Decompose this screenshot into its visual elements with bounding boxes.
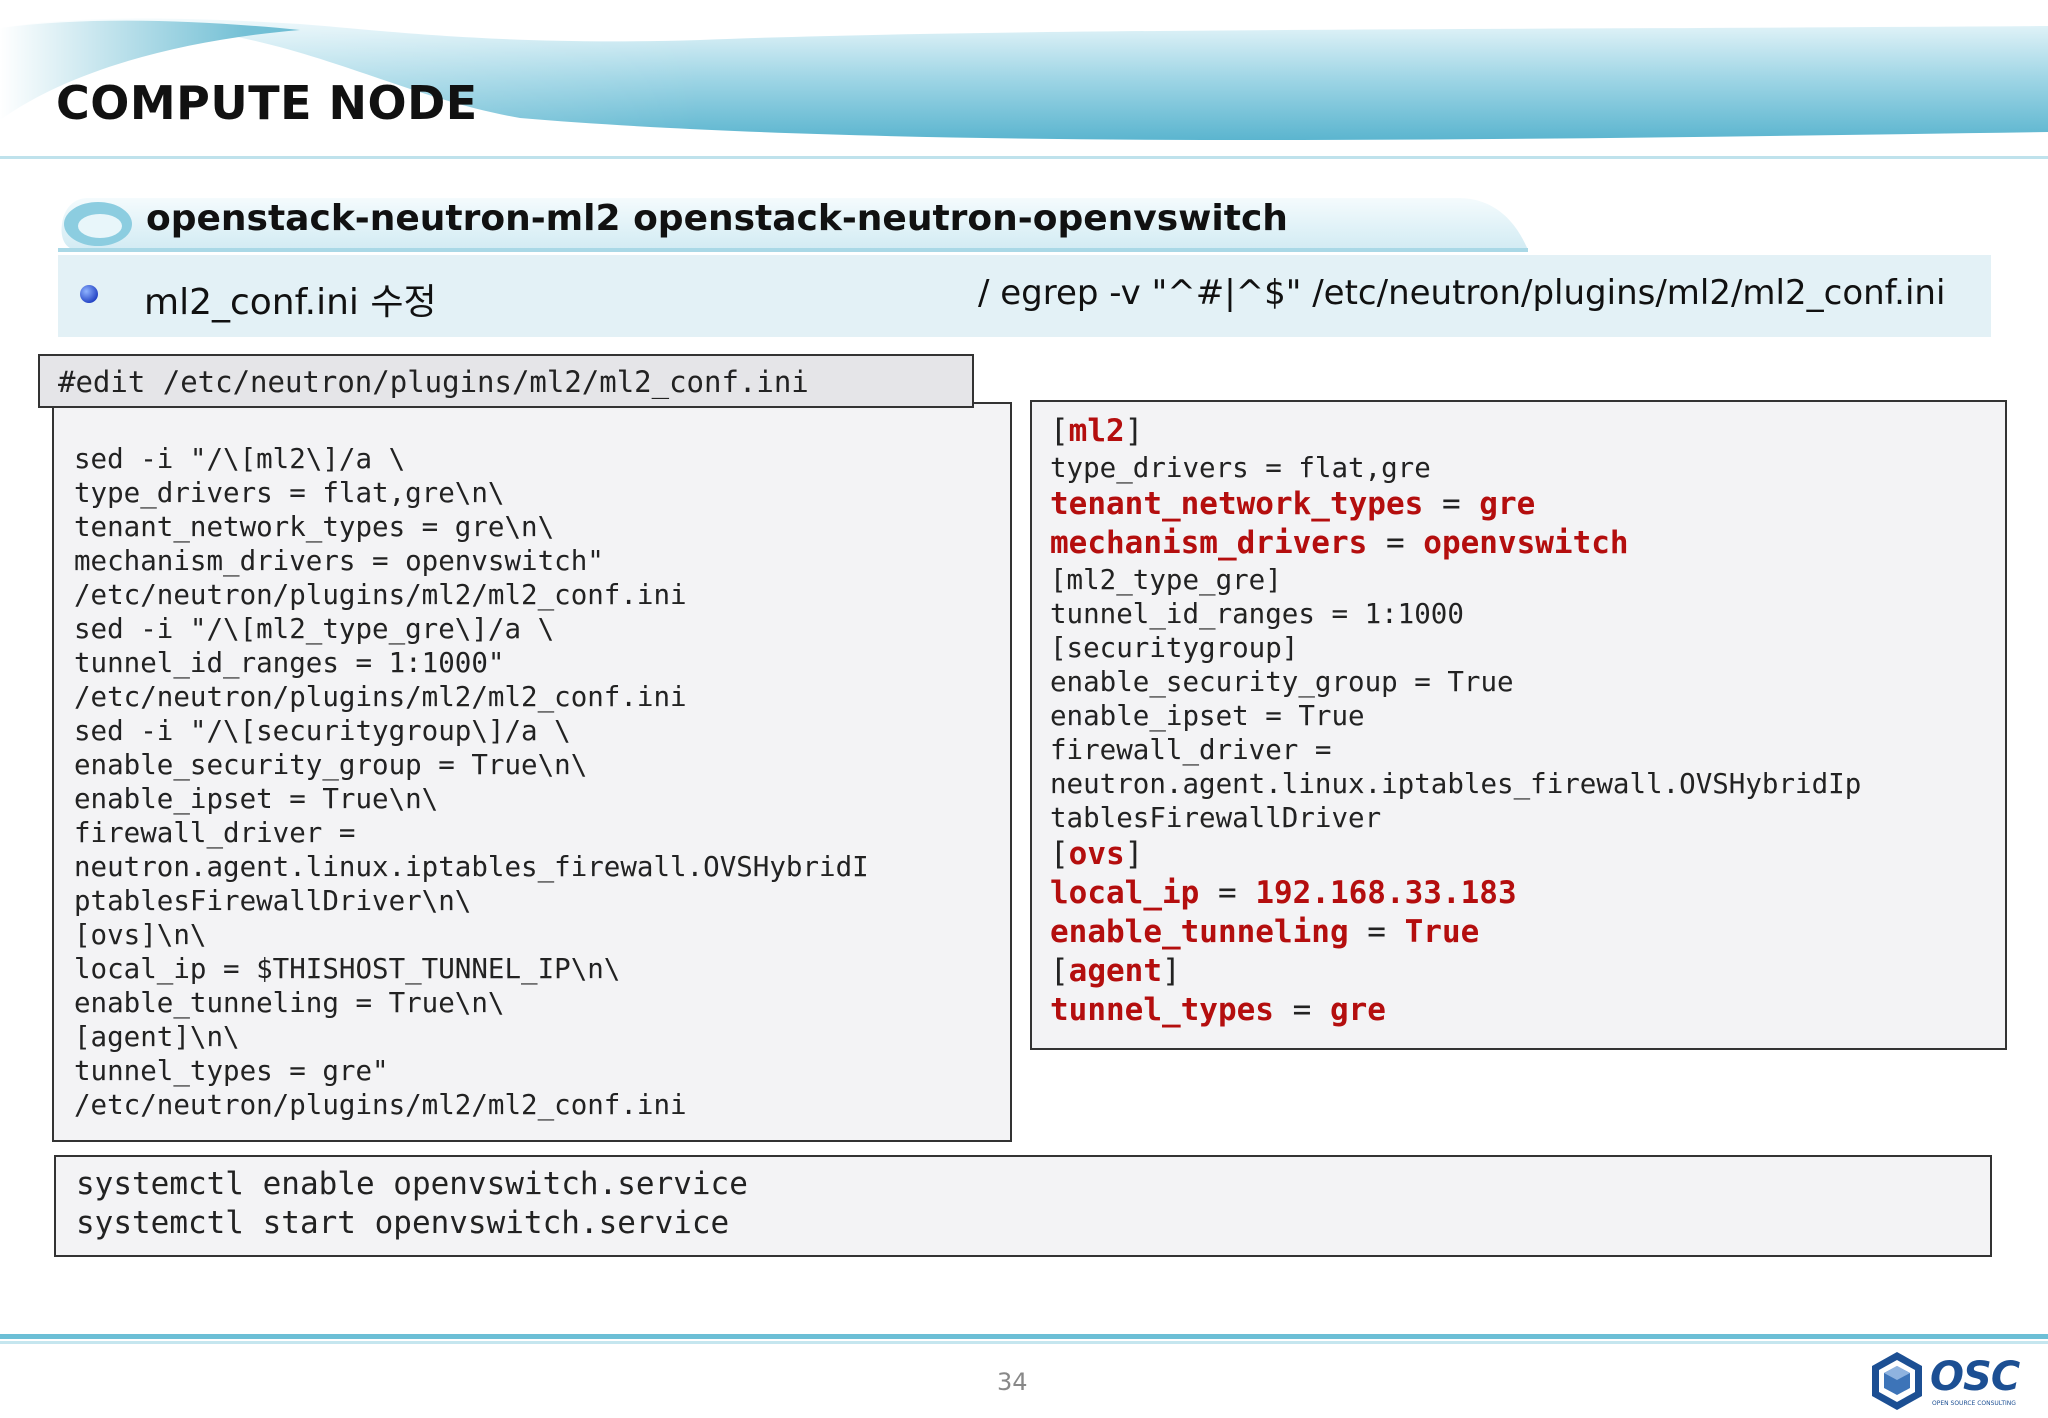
logo-wordmark: OSC	[1930, 1354, 2020, 1400]
conf-line: firewall_driver =	[1050, 734, 1332, 766]
conf-line-ovs-section: [ovs]	[1050, 836, 1144, 872]
conf-line: [securitygroup]	[1050, 632, 1299, 664]
conf-line: [ml2_type_gre]	[1050, 564, 1282, 596]
conf-line-ml2-section: [ml2]	[1050, 413, 1144, 449]
osc-logo-mark-icon	[1872, 1352, 1922, 1410]
edit-file-label: #edit /etc/neutron/plugins/ml2/ml2_conf.…	[38, 354, 974, 408]
conf-line: tunnel_id_ranges = 1:1000	[1050, 598, 1464, 630]
systemctl-box: systemctl enable openvswitch.service sys…	[54, 1155, 1992, 1257]
conf-line-highlight: tenant_network_types = gre	[1050, 486, 1536, 522]
bullet-text: ml2_conf.ini 수정	[144, 282, 437, 323]
osc-logo: OSC OPEN SOURCE CONSULTING	[1868, 1350, 2038, 1412]
conf-line-highlight: mechanism_drivers = openvswitch	[1050, 525, 1629, 561]
sed-commands-box: sed -i "/\[ml2\]/a \ type_drivers = flat…	[52, 402, 1012, 1142]
systemctl-code: systemctl enable openvswitch.service sys…	[76, 1166, 748, 1241]
conf-line: type_drivers = flat,gre	[1050, 452, 1431, 484]
sed-commands-code: sed -i "/\[ml2\]/a \ type_drivers = flat…	[74, 443, 869, 1121]
page-number: 34	[997, 1368, 1028, 1396]
conf-line-highlight: local_ip = 192.168.33.183	[1050, 875, 1517, 911]
conf-line-highlight: enable_tunneling = True	[1050, 914, 1480, 950]
conf-line-agent-section: [agent]	[1050, 953, 1181, 989]
conf-line-highlight: tunnel_types = gre	[1050, 992, 1386, 1028]
bullet-row: ml2_conf.ini 수정 / egrep -v "^#|^$" /etc/…	[58, 255, 1991, 337]
egrep-command: / egrep -v "^#|^$" /etc/neutron/plugins/…	[978, 273, 1946, 313]
conf-line: enable_security_group = True	[1050, 666, 1514, 698]
bullet-dot-icon	[80, 285, 98, 303]
conf-line: tablesFirewallDriver	[1050, 802, 1382, 834]
footer-divider	[0, 1334, 2048, 1344]
ml2-conf-result-code: [ml2] type_drivers = flat,gre tenant_net…	[1050, 412, 1861, 1030]
conf-line: neutron.agent.linux.iptables_firewall.OV…	[1050, 768, 1862, 800]
ml2-conf-result-box: [ml2] type_drivers = flat,gre tenant_net…	[1030, 400, 2007, 1050]
page-title: COMPUTE NODE	[56, 76, 478, 130]
logo-tagline: OPEN SOURCE CONSULTING	[1932, 1400, 2016, 1407]
conf-line: enable_ipset = True	[1050, 700, 1365, 732]
section-subtitle: openstack-neutron-ml2 openstack-neutron-…	[146, 198, 1288, 239]
